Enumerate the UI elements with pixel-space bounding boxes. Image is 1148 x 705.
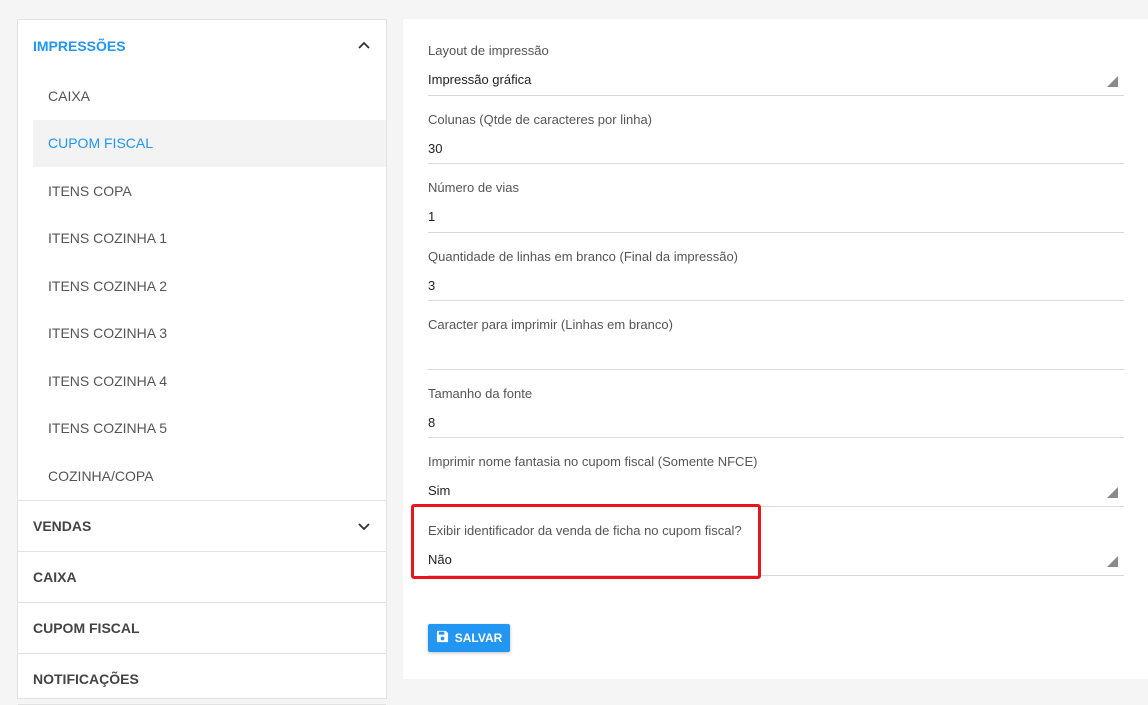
field-label: Imprimir nome fantasia no cupom fiscal (… <box>428 454 758 469</box>
field-nome-fantasia[interactable]: Imprimir nome fantasia no cupom fiscal (… <box>428 454 1124 507</box>
field-layout-impressao[interactable]: Layout de impressão Impressão gráfica <box>428 43 1124 96</box>
input-value[interactable]: 30 <box>428 141 1124 163</box>
field-label: Número de vias <box>428 180 520 195</box>
section-header-caixa[interactable]: CAIXA <box>18 552 386 603</box>
section-title: CAIXA <box>33 568 77 585</box>
submenu-item-itens-cozinha-5[interactable]: ITENS COZINHA 5 <box>33 405 386 453</box>
dropdown-arrow-icon[interactable] <box>1107 556 1118 567</box>
input-value[interactable]: 1 <box>428 209 1124 231</box>
section-header-impressoes[interactable]: IMPRESSÕES <box>18 20 386 72</box>
submenu-item-cozinha-copa[interactable]: COZINHA/COPA <box>33 452 386 500</box>
submenu-item-itens-cozinha-2[interactable]: ITENS COZINHA 2 <box>33 262 386 310</box>
floppy-disk-icon <box>436 630 449 646</box>
impressoes-submenu: CAIXA CUPOM FISCAL ITENS COPA ITENS COZI… <box>18 72 386 501</box>
field-numero-vias[interactable]: Número de vias 1 <box>428 180 1124 233</box>
section-title: IMPRESSÕES <box>33 38 126 54</box>
field-caracter-imprimir[interactable]: Caracter para imprimir (Linhas em branco… <box>428 317 1124 370</box>
field-label: Colunas (Qtde de caracteres por linha) <box>428 112 653 127</box>
settings-sidebar: IMPRESSÕES CAIXA CUPOM FISCAL ITENS COPA… <box>17 19 387 705</box>
field-label: Tamanho da fonte <box>428 386 533 401</box>
field-colunas[interactable]: Colunas (Qtde de caracteres por linha) 3… <box>428 112 1124 164</box>
settings-form-panel: Layout de impressão Impressão gráfica Co… <box>403 19 1148 679</box>
submenu-item-itens-cozinha-4[interactable]: ITENS COZINHA 4 <box>33 357 386 405</box>
submenu-item-cupom-fiscal[interactable]: CUPOM FISCAL <box>33 119 386 167</box>
dropdown-arrow-icon[interactable] <box>1107 487 1118 498</box>
field-label: Quantidade de linhas em branco (Final da… <box>428 249 739 264</box>
highlight-box <box>411 504 761 579</box>
field-tamanho-fonte[interactable]: Tamanho da fonte 8 <box>428 386 1124 438</box>
input-value[interactable]: 8 <box>428 415 1124 437</box>
select-value[interactable]: Sim <box>428 483 1124 505</box>
section-title: VENDAS <box>33 517 92 534</box>
select-value[interactable]: Impressão gráfica <box>428 72 1124 94</box>
section-header-notificacoes[interactable]: NOTIFICAÇÕES <box>18 654 386 705</box>
submenu-item-itens-copa[interactable]: ITENS COPA <box>33 167 386 215</box>
save-label: SALVAR <box>454 631 503 645</box>
section-title: CUPOM FISCAL <box>33 619 140 636</box>
field-label: Layout de impressão <box>428 43 549 58</box>
chevron-up-icon <box>357 39 371 53</box>
section-header-cupom-fiscal[interactable]: CUPOM FISCAL <box>18 603 386 654</box>
input-value[interactable]: 3 <box>428 278 1124 300</box>
field-label: Caracter para imprimir (Linhas em branco… <box>428 317 673 332</box>
chevron-down-icon <box>357 519 371 533</box>
field-linhas-branco[interactable]: Quantidade de linhas em branco (Final da… <box>428 249 1124 301</box>
submenu-item-caixa[interactable]: CAIXA <box>33 72 386 120</box>
input-value[interactable] <box>428 346 1124 368</box>
save-button[interactable]: SALVAR <box>428 624 510 652</box>
section-header-vendas[interactable]: VENDAS <box>18 501 386 552</box>
dropdown-arrow-icon[interactable] <box>1107 76 1118 87</box>
submenu-item-itens-cozinha-3[interactable]: ITENS COZINHA 3 <box>33 310 386 358</box>
submenu-item-itens-cozinha-1[interactable]: ITENS COZINHA 1 <box>33 215 386 263</box>
